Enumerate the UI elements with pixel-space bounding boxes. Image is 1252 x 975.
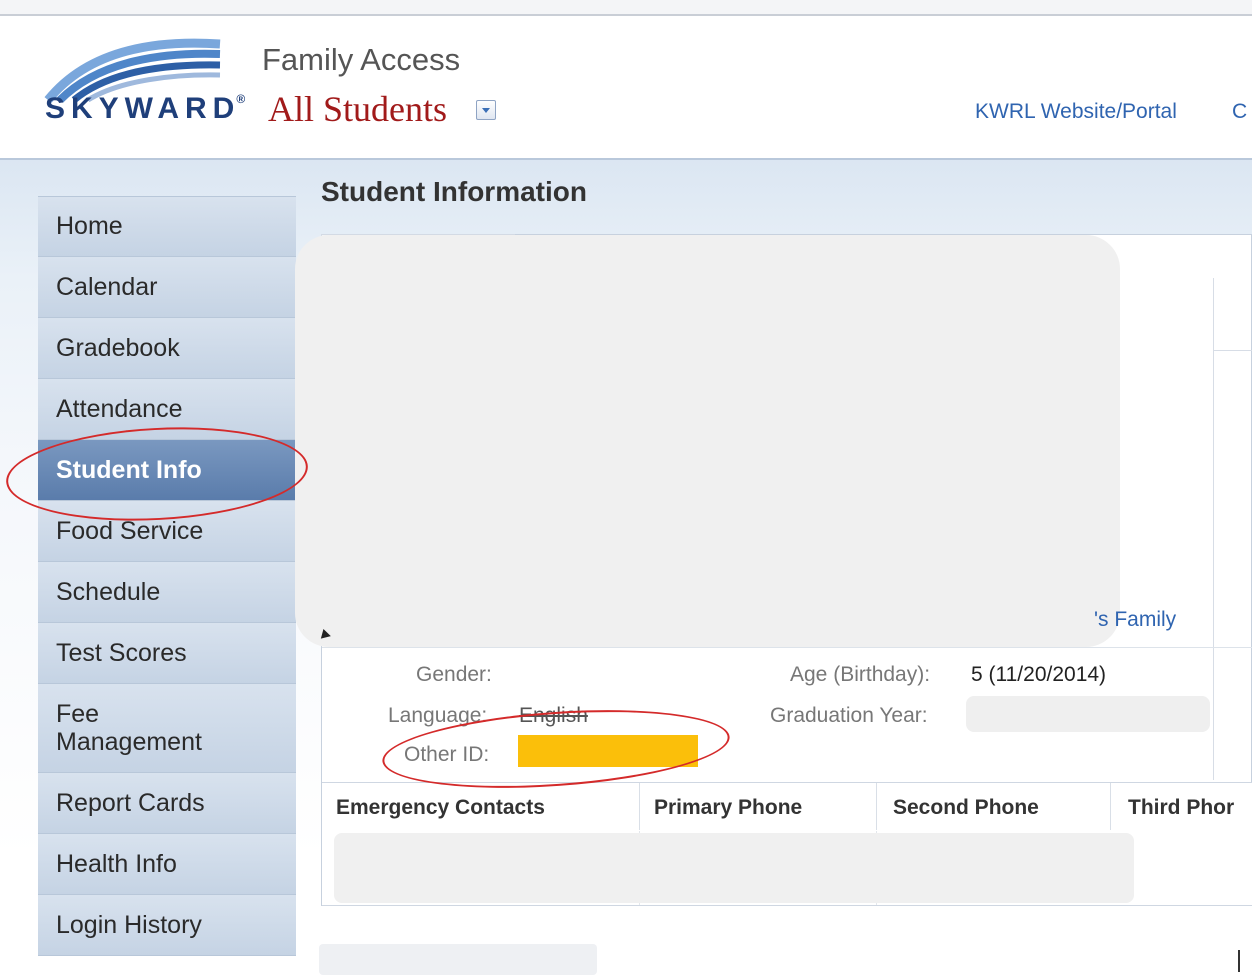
sidebar-item-calendar[interactable]: Calendar: [38, 257, 296, 318]
redacted-graduation-year: [966, 696, 1210, 732]
sidebar-nav: Home Calendar Gradebook Attendance Stude…: [38, 196, 296, 956]
sidebar-item-home[interactable]: Home: [38, 196, 296, 257]
page-title: Student Information: [321, 176, 587, 207]
sidebar-item-login-history[interactable]: Login History: [38, 895, 296, 956]
chevron-down-icon: [482, 108, 490, 113]
column-header-third-phone[interactable]: Third Phor: [1128, 796, 1234, 820]
column-divider: [1110, 783, 1111, 830]
app-title: Family Access: [262, 42, 461, 77]
sidebar-item-schedule[interactable]: Schedule: [38, 562, 296, 623]
student-dropdown-button[interactable]: [476, 100, 496, 120]
top-border: [0, 0, 1252, 16]
column-header-second-phone[interactable]: Second Phone: [893, 796, 1039, 820]
portal-link[interactable]: KWRL Website/Portal: [975, 100, 1177, 124]
column-header-emergency-contacts[interactable]: Emergency Contacts: [336, 796, 545, 820]
text-cursor: [1238, 950, 1240, 972]
panel-divider: [1213, 278, 1214, 780]
sidebar-item-fee-management[interactable]: Fee Management: [38, 684, 296, 773]
sidebar-item-report-cards[interactable]: Report Cards: [38, 773, 296, 834]
graduation-year-label: Graduation Year:: [770, 704, 928, 727]
sidebar-item-test-scores[interactable]: Test Scores: [38, 623, 296, 684]
header-divider: [0, 158, 1252, 160]
redacted-student-details: [295, 235, 1120, 647]
column-header-primary-phone[interactable]: Primary Phone: [654, 796, 802, 820]
redacted-contact-row: [334, 833, 1134, 903]
age-value: 5 (11/20/2014): [971, 663, 1107, 686]
header-link-partial[interactable]: C: [1232, 100, 1247, 124]
skyward-wordmark: SKYWARD®: [45, 92, 246, 125]
gender-label: Gender:: [416, 663, 492, 686]
age-label: Age (Birthday):: [790, 663, 931, 686]
panel-divider: [1213, 350, 1252, 351]
next-section-tab[interactable]: [319, 944, 597, 975]
section-divider: [322, 647, 1252, 648]
sidebar-item-label: Fee Management: [56, 700, 202, 756]
family-link[interactable]: 's Family: [1094, 608, 1176, 632]
student-selector[interactable]: All Students: [268, 88, 447, 130]
column-divider: [876, 783, 877, 830]
column-divider: [639, 783, 640, 830]
sidebar-item-gradebook[interactable]: Gradebook: [38, 318, 296, 379]
sidebar-item-health-info[interactable]: Health Info: [38, 834, 296, 895]
